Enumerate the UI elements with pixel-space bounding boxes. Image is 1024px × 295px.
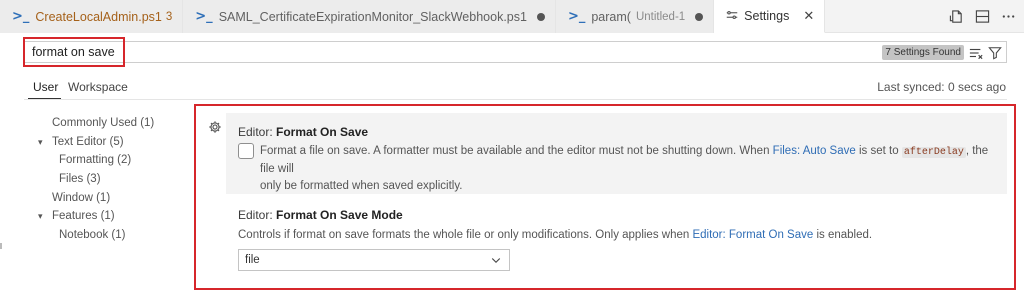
powershell-icon: >_ xyxy=(195,9,213,24)
editor-tab-bar: >_ CreateLocalAdmin.ps1 3 >_ SAML_Certif… xyxy=(0,0,1024,33)
powershell-icon: >_ xyxy=(12,9,30,24)
sash-marker xyxy=(0,243,2,249)
tab-title: SAML_CertificateExpirationMonitor_SlackW… xyxy=(218,9,527,24)
tab-untitled-1[interactable]: >_ param( Untitled-1 xyxy=(555,0,715,33)
settings-search-input[interactable] xyxy=(25,45,845,59)
toc-item-commonly-used[interactable]: Commonly Used (1) xyxy=(52,117,154,129)
tab-description: Untitled-1 xyxy=(635,10,686,23)
unsaved-dot-icon[interactable] xyxy=(695,12,704,21)
toc-item-notebook[interactable]: Notebook (1) xyxy=(59,229,125,241)
settings-found-badge: 7 Settings Found xyxy=(882,45,964,60)
tab-title: Settings xyxy=(744,9,790,23)
toc-item-features[interactable]: ▾ Features (1) xyxy=(38,210,115,222)
toc-item-window[interactable]: Window (1) xyxy=(52,192,110,204)
settings-highlight-annotation xyxy=(194,104,1016,290)
more-actions-icon[interactable] xyxy=(1000,9,1016,25)
toc-label: Text Editor (5) xyxy=(52,136,124,148)
toc-label: Files (3) xyxy=(59,173,101,185)
toc-label: Window (1) xyxy=(52,192,111,204)
chevron-down-icon[interactable]: ▾ xyxy=(38,138,52,148)
toc-label: Formatting (2) xyxy=(59,154,132,166)
toc-label: Notebook (1) xyxy=(59,229,126,241)
toc-item-files[interactable]: Files (3) xyxy=(59,173,101,185)
filter-icon[interactable] xyxy=(987,45,1003,61)
editor-actions xyxy=(948,0,1016,33)
header-divider xyxy=(24,99,1007,100)
clear-filter-list-icon[interactable] xyxy=(968,45,984,61)
search-highlight-annotation xyxy=(23,37,125,67)
toc-item-text-editor[interactable]: ▾ Text Editor (5) xyxy=(38,136,124,148)
split-editor-icon[interactable] xyxy=(974,9,990,25)
settings-search-box: 7 Settings Found xyxy=(24,41,1007,63)
tab-saml-certificate-monitor[interactable]: >_ SAML_CertificateExpirationMonitor_Sla… xyxy=(183,0,556,33)
tab-workspace[interactable]: Workspace xyxy=(68,80,128,94)
close-icon[interactable]: ✕ xyxy=(803,9,814,24)
toc-item-formatting[interactable]: Formatting (2) xyxy=(59,154,131,166)
unsaved-dot-icon[interactable] xyxy=(536,12,545,21)
chevron-down-icon[interactable]: ▾ xyxy=(38,212,52,222)
toc-label: Commonly Used (1) xyxy=(52,117,155,129)
powershell-icon: >_ xyxy=(567,9,586,24)
tab-settings[interactable]: Settings ✕ xyxy=(714,0,826,33)
problems-count-badge: 3 xyxy=(165,10,173,23)
tab-title: CreateLocalAdmin.ps1 xyxy=(35,9,162,24)
toc-label: Features (1) xyxy=(52,210,115,222)
settings-gear-icon xyxy=(726,9,738,24)
last-synced-status: Last synced: 0 secs ago xyxy=(877,80,1006,94)
tab-createlocaladmin[interactable]: >_ CreateLocalAdmin.ps1 3 xyxy=(0,0,184,33)
open-settings-json-icon[interactable] xyxy=(948,9,964,25)
tab-user[interactable]: User xyxy=(33,80,58,94)
tab-title: param( xyxy=(591,9,631,24)
